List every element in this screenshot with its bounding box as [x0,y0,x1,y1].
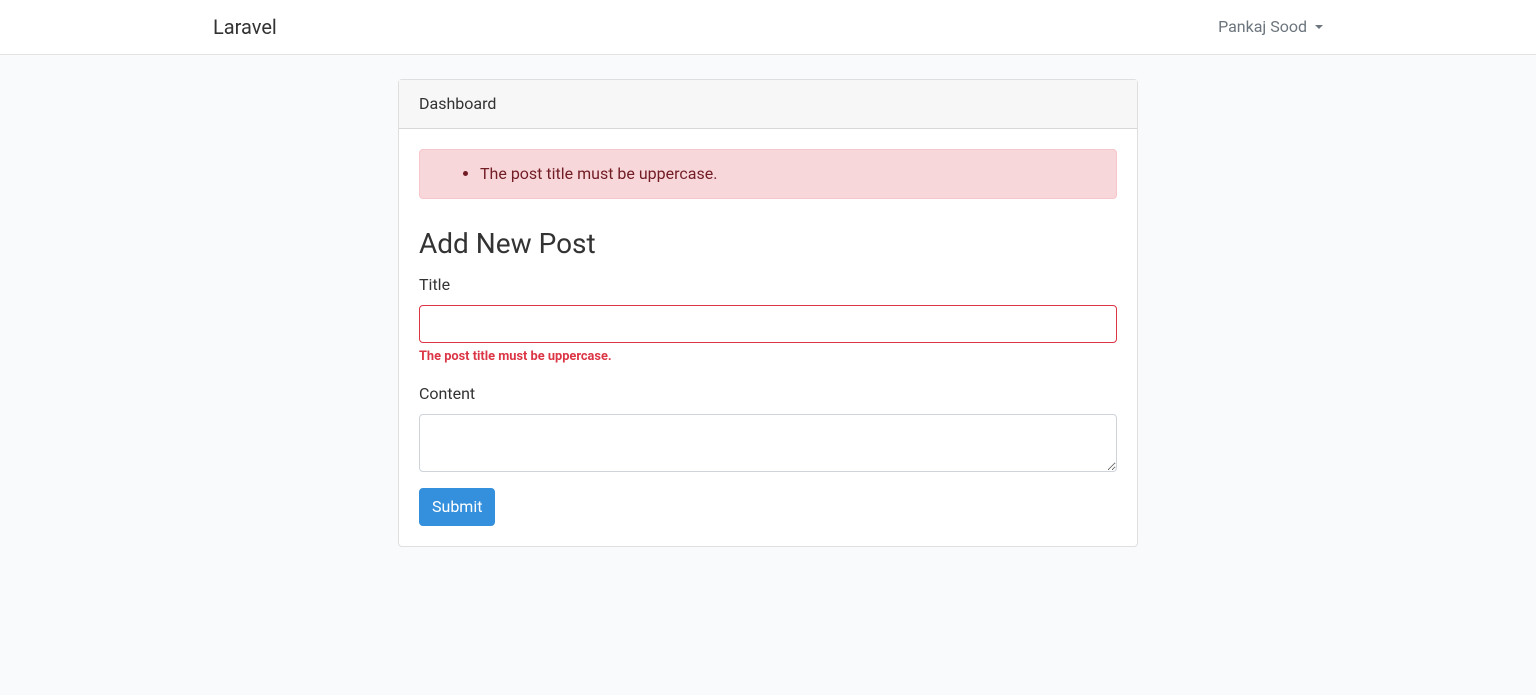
title-input[interactable] [419,305,1117,343]
card-header: Dashboard [399,80,1137,129]
error-item: The post title must be uppercase. [480,162,1096,186]
submit-button[interactable]: Submit [419,488,495,526]
form-heading: Add New Post [419,223,1117,265]
caret-down-icon [1315,25,1323,29]
dashboard-card: Dashboard The post title must be upperca… [398,79,1138,547]
error-alert: The post title must be uppercase. [419,149,1117,199]
content-textarea[interactable] [419,414,1117,472]
content-label: Content [419,382,1117,406]
navbar: Laravel Pankaj Sood [0,0,1536,55]
navbar-brand[interactable]: Laravel [213,12,277,42]
title-label: Title [419,273,1117,297]
user-name: Pankaj Sood [1218,15,1307,39]
title-error-text: The post title must be uppercase. [419,347,1117,366]
user-dropdown[interactable]: Pankaj Sood [1218,15,1323,39]
